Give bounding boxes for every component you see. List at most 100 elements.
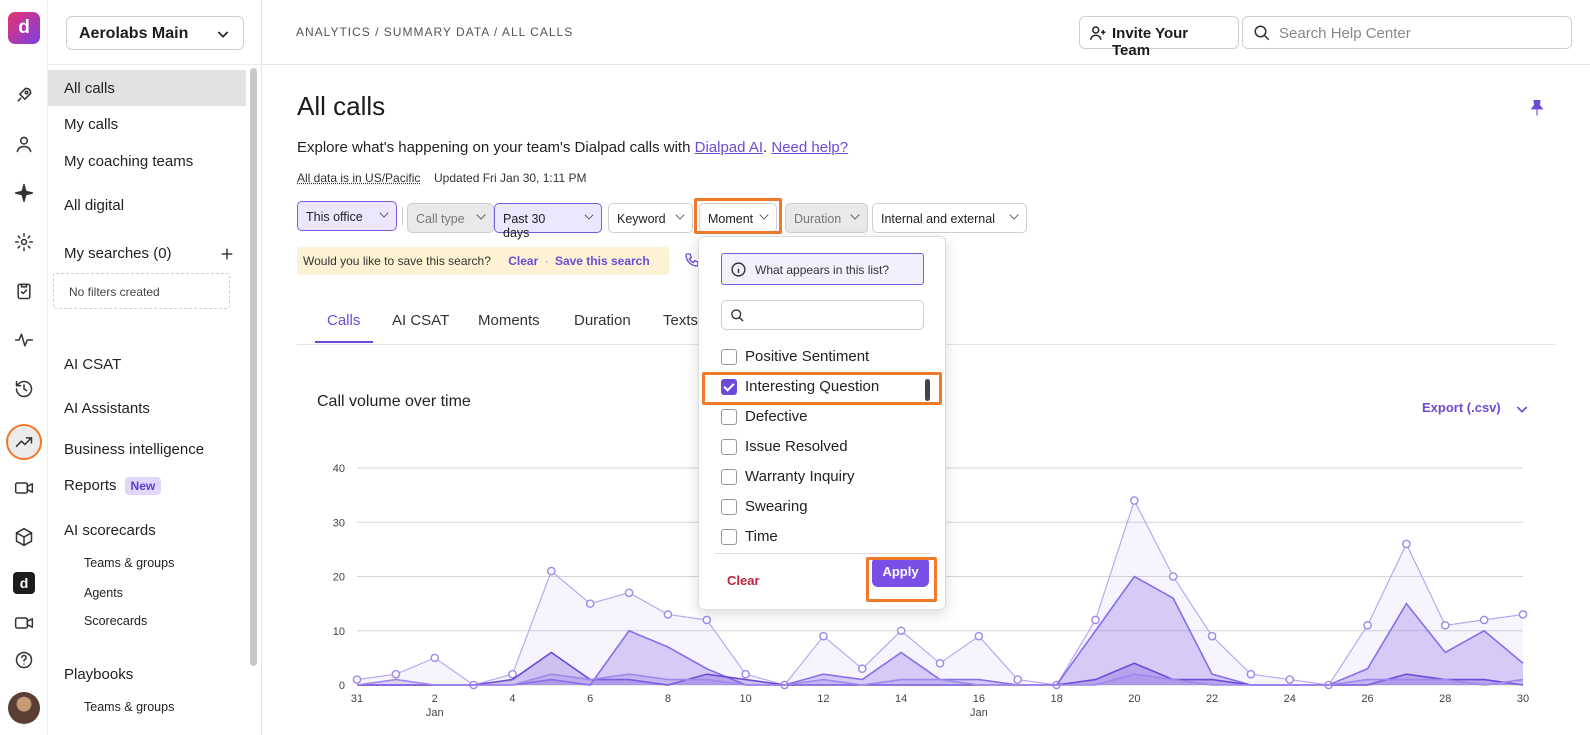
sidebar-item-all-digital[interactable]: All digital: [64, 197, 124, 214]
filter-internal-external[interactable]: Internal and external: [872, 203, 1027, 233]
moment-option[interactable]: Positive Sentiment: [721, 348, 869, 365]
sidebar-item-ai-assistants[interactable]: AI Assistants: [64, 400, 150, 417]
checkbox[interactable]: [721, 349, 737, 365]
export-csv-label: Export (.csv): [1422, 400, 1501, 415]
new-badge: New: [124, 477, 162, 495]
sidebar-item-reports[interactable]: Reports New: [64, 477, 162, 495]
data-point: [741, 669, 750, 679]
data-point: [857, 664, 867, 674]
sidebar-subitem-scorecards[interactable]: Scorecards: [84, 614, 147, 628]
info-banner[interactable]: What appears in this list?: [721, 253, 924, 285]
data-point: [1402, 539, 1411, 549]
dropdown-clear-button[interactable]: Clear: [727, 573, 760, 588]
filter-date-range-label: Past 30 days: [503, 212, 546, 240]
x-month-label: Jan: [970, 707, 988, 719]
filter-keyword[interactable]: Keyword: [608, 203, 693, 233]
tab-texts[interactable]: Texts: [663, 312, 698, 329]
tab-duration[interactable]: Duration: [574, 312, 631, 329]
history-icon[interactable]: [10, 375, 38, 403]
save-banner-clear-link[interactable]: Clear: [508, 254, 538, 268]
x-tick-label: 26: [1361, 693, 1373, 705]
person-icon[interactable]: [10, 130, 38, 158]
data-point: [1518, 610, 1528, 619]
info-banner-text: What appears in this list?: [755, 263, 890, 277]
need-help-link[interactable]: Need help?: [771, 139, 848, 156]
cube-icon[interactable]: [10, 523, 38, 551]
avatar[interactable]: [8, 692, 40, 724]
moment-option[interactable]: Swearing: [721, 498, 808, 515]
data-point: [1285, 675, 1295, 684]
pin-icon[interactable]: [1528, 98, 1546, 118]
moment-option[interactable]: Warranty Inquiry: [721, 468, 854, 485]
chevron-down-icon: [217, 31, 229, 38]
moment-option[interactable]: Time: [721, 528, 778, 545]
trending-up-icon[interactable]: [6, 424, 42, 460]
help-search-input[interactable]: Search Help Center: [1242, 16, 1572, 49]
sidebar-item-business-intelligence[interactable]: Business intelligence: [64, 441, 204, 458]
moment-option-label: Positive Sentiment: [745, 348, 870, 365]
rocket-icon[interactable]: [10, 81, 38, 109]
x-month-label: Jan: [426, 707, 444, 719]
y-tick-label: 0: [339, 680, 345, 692]
checkbox[interactable]: [721, 409, 737, 425]
video-icon[interactable]: [10, 609, 38, 637]
invite-team-button[interactable]: Invite Your Team: [1079, 16, 1239, 59]
sidebar-scrollbar[interactable]: [250, 68, 257, 666]
checkbox[interactable]: [721, 469, 737, 485]
moment-highlight: [694, 198, 782, 234]
sidebar-item-my-searches[interactable]: My searches (0): [64, 245, 172, 262]
chevron-down-icon: [675, 210, 685, 220]
checkbox[interactable]: [721, 529, 737, 545]
sidebar-subitem-playbooks-teams-groups[interactable]: Teams & groups: [84, 700, 174, 714]
data-point: [1440, 621, 1450, 630]
export-csv-button[interactable]: Export (.csv): [1422, 400, 1530, 417]
checkbox[interactable]: [721, 499, 737, 515]
x-tick-label: 14: [895, 693, 907, 705]
data-point: [1479, 615, 1489, 625]
filter-call-type[interactable]: Call type: [407, 203, 494, 233]
x-tick-label: 10: [740, 693, 752, 705]
sidebar-item-all-calls[interactable]: All calls: [48, 70, 246, 106]
timezone-note[interactable]: All data is in US/Pacific: [297, 171, 420, 185]
activity-icon[interactable]: [10, 326, 38, 354]
add-search-icon[interactable]: [219, 246, 235, 262]
moment-option[interactable]: Issue Resolved: [721, 438, 848, 455]
tab-moments[interactable]: Moments: [478, 312, 540, 329]
video-camera-icon[interactable]: [10, 474, 38, 502]
dialpad-ai-link[interactable]: Dialpad AI: [695, 139, 763, 156]
breadcrumb: ANALYTICS / SUMMARY DATA / ALL CALLS: [296, 25, 574, 39]
tab-calls[interactable]: Calls: [327, 312, 360, 329]
help-icon[interactable]: [10, 646, 38, 674]
no-filters-placeholder: No filters created: [53, 273, 230, 309]
tab-ai-csat[interactable]: AI CSAT: [392, 312, 449, 329]
moment-search-input[interactable]: [721, 300, 924, 330]
sidebar-subitem-teams-groups[interactable]: Teams & groups: [84, 556, 174, 570]
sidebar-subitem-agents[interactable]: Agents: [84, 586, 123, 600]
top-bar: ANALYTICS / SUMMARY DATA / ALL CALLS Inv…: [262, 0, 1590, 65]
gear-icon[interactable]: [10, 228, 38, 256]
sparkle-icon[interactable]: [10, 179, 38, 207]
sidebar-item-playbooks[interactable]: Playbooks: [64, 666, 133, 683]
sidebar-item-my-coaching-teams[interactable]: My coaching teams: [64, 153, 193, 170]
chevron-down-icon: [476, 210, 486, 220]
data-point: [663, 610, 673, 619]
filter-duration[interactable]: Duration: [785, 203, 868, 233]
chevron-down-icon: [850, 210, 860, 220]
sidebar-item-ai-scorecards[interactable]: AI scorecards: [64, 522, 156, 539]
dialpad-logo-icon[interactable]: d: [8, 12, 40, 44]
clipboard-icon[interactable]: [10, 277, 38, 305]
data-point: [1091, 615, 1100, 625]
sidebar-item-ai-csat[interactable]: AI CSAT: [64, 356, 121, 373]
x-tick-label: 28: [1439, 693, 1451, 705]
dropdown-divider: [715, 553, 931, 554]
sidebar-item-my-calls[interactable]: My calls: [64, 116, 118, 133]
intro-text: Explore what's happening on your team's …: [297, 139, 848, 156]
x-tick-label: 18: [1050, 693, 1062, 705]
moment-option[interactable]: Defective: [721, 408, 808, 425]
save-search-link[interactable]: Save this search: [555, 254, 650, 268]
filter-office[interactable]: This office: [297, 201, 397, 231]
checkbox[interactable]: [721, 439, 737, 455]
workspace-select[interactable]: Aerolabs Main: [66, 16, 244, 50]
filter-date-range[interactable]: Past 30 days: [494, 203, 602, 240]
dialpad-d-icon[interactable]: d: [13, 572, 35, 594]
